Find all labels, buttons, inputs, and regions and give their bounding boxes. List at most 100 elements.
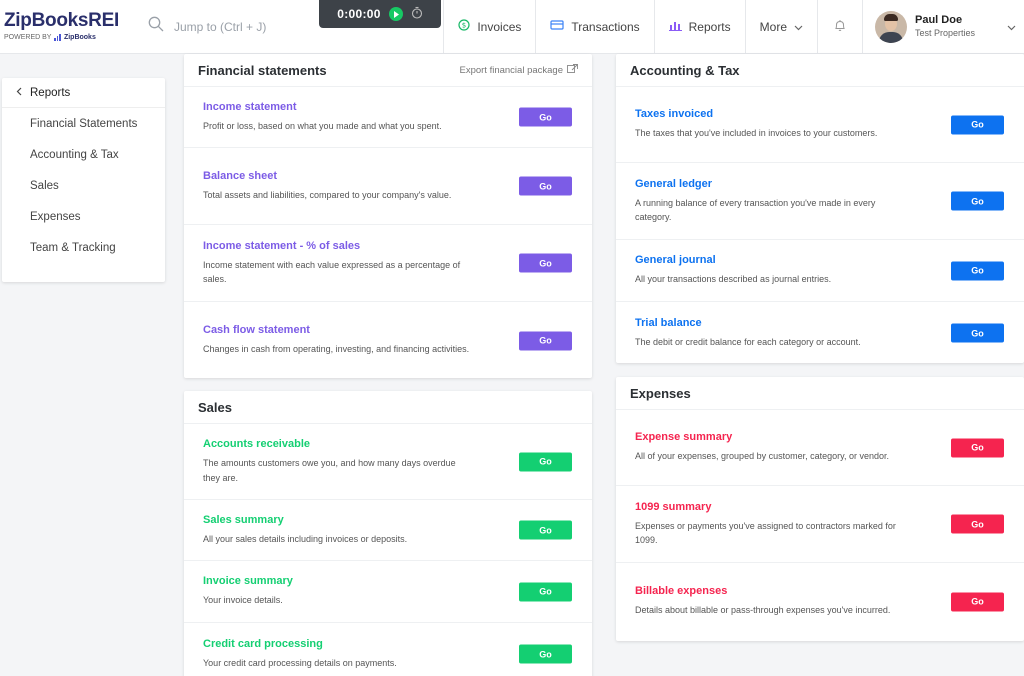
nav-transactions-label: Transactions [571, 19, 640, 34]
avatar [875, 10, 907, 43]
report-row-general-journal: General journal All your transactions des… [616, 240, 1024, 302]
nav-more-label: More [759, 19, 787, 34]
sales-card: Sales Accounts receivable The amounts cus… [184, 391, 592, 676]
notifications-button[interactable] [817, 0, 862, 53]
main-nav: $ Invoices Transactions Reports More Pau… [443, 0, 1024, 53]
expenses-card: Expenses Expense summary All of your expe… [616, 377, 1024, 641]
powered-by-name: ZipBooks [63, 34, 96, 41]
nav-invoices[interactable]: $ Invoices [443, 0, 535, 53]
report-title[interactable]: 1099 summary [635, 501, 1005, 513]
report-list: Accounts receivable The amounts customers… [184, 424, 592, 676]
nav-more[interactable]: More [744, 0, 817, 53]
nav-reports[interactable]: Reports [653, 0, 745, 53]
report-title[interactable]: General journal [635, 254, 1005, 266]
play-icon [393, 10, 399, 18]
report-title[interactable]: Income statement - % of sales [203, 240, 573, 252]
go-button[interactable]: Go [519, 644, 572, 664]
report-list: Income statement Profit or loss, based on… [184, 87, 592, 379]
search-box[interactable]: Jump to (Ctrl + J) [140, 0, 310, 53]
nav-reports-label: Reports [688, 19, 731, 34]
powered-by-label: POWERED BY [4, 34, 52, 41]
card-header: Expenses [616, 377, 1024, 410]
go-button[interactable]: Go [951, 323, 1004, 343]
report-row-accounts-receivable: Accounts receivable The amounts customers… [184, 424, 592, 500]
nav-transactions[interactable]: Transactions [535, 0, 653, 53]
sidebar-item-accounting-tax[interactable]: Accounting & Tax [2, 139, 165, 170]
go-button[interactable]: Go [519, 176, 572, 196]
go-button[interactable]: Go [519, 253, 572, 273]
report-title[interactable]: Credit card processing [203, 638, 573, 650]
report-title[interactable]: Accounts receivable [203, 438, 573, 450]
bar-chart-icon [668, 19, 682, 34]
report-row-expense-summary: Expense summary All of your expenses, gro… [616, 410, 1024, 486]
brand-logo[interactable]: ZipBooksREI POWERED BY ZipBooks [0, 0, 140, 53]
report-row-general-ledger: General ledger A running balance of every… [616, 163, 1024, 240]
stopwatch-icon[interactable] [411, 6, 423, 22]
report-description: The debit or credit balance for each cat… [635, 336, 861, 347]
report-title[interactable]: Expense summary [635, 431, 1005, 443]
svg-text:$: $ [462, 22, 466, 30]
accounting-tax-card: Accounting & Tax Taxes invoiced The taxes… [616, 54, 1024, 363]
card-title: Financial statements [198, 62, 327, 78]
sidebar-item-team-tracking[interactable]: Team & Tracking [2, 232, 165, 263]
export-link-label: Export financial package [459, 64, 563, 76]
chevron-down-icon [1007, 18, 1016, 36]
sidebar-item-financial-statements[interactable]: Financial Statements [2, 108, 165, 139]
report-title[interactable]: Billable expenses [635, 585, 1005, 597]
report-description: Changes in cash from operating, investin… [203, 344, 470, 355]
report-description: Profit or loss, based on what you made a… [203, 120, 442, 131]
report-title[interactable]: Sales summary [203, 514, 573, 526]
external-link-icon [567, 64, 578, 76]
timer-seconds: 00 [366, 7, 381, 21]
report-row-income-statement: Income statement Profit or loss, based on… [184, 87, 592, 148]
go-button[interactable]: Go [951, 191, 1004, 211]
report-description: Income statement with each value express… [203, 259, 461, 284]
go-button[interactable]: Go [519, 520, 572, 540]
card-title: Sales [198, 399, 232, 415]
report-title[interactable]: Taxes invoiced [635, 108, 1005, 120]
report-title[interactable]: Income statement [203, 101, 573, 113]
go-button[interactable]: Go [519, 331, 572, 350]
report-row-income-statement-of-sales: Income statement - % of sales Income stat… [184, 225, 592, 302]
go-button[interactable]: Go [951, 115, 1004, 134]
timer-play-button[interactable] [388, 7, 403, 21]
search-input[interactable]: Jump to (Ctrl + J) [174, 20, 266, 34]
report-description: The taxes that you've included in invoic… [635, 128, 878, 139]
report-title[interactable]: Cash flow statement [203, 324, 573, 336]
report-description: All your transactions described as journ… [635, 274, 832, 285]
sidebar-item-sales[interactable]: Sales [2, 170, 165, 201]
sidebar-back-reports[interactable]: Reports [2, 78, 165, 108]
brand-name: ZipBooksREI [4, 10, 119, 31]
report-description: Your invoice details. [203, 595, 283, 606]
report-row-trial-balance: Trial balance The debit or credit balance… [616, 302, 1024, 364]
go-button[interactable]: Go [519, 452, 572, 471]
go-button[interactable]: Go [951, 261, 1004, 280]
go-button[interactable]: Go [951, 438, 1004, 457]
card-title: Expenses [630, 385, 691, 401]
report-row-billable-expenses: Billable expenses Details about billable … [616, 563, 1024, 640]
sidebar-item-expenses[interactable]: Expenses [2, 201, 165, 232]
export-financial-package-link[interactable]: Export financial package [459, 64, 578, 76]
go-button[interactable]: Go [519, 582, 572, 601]
user-menu[interactable]: Paul Doe Test Properties [862, 0, 1024, 53]
report-row-taxes-invoiced: Taxes invoiced The taxes that you've incl… [616, 87, 1024, 163]
report-title[interactable]: General ledger [635, 178, 1005, 190]
go-button[interactable]: Go [951, 592, 1004, 611]
report-list: Taxes invoiced The taxes that you've incl… [616, 87, 1024, 364]
nav-invoices-label: Invoices [477, 19, 522, 34]
go-button[interactable]: Go [951, 514, 1004, 534]
report-title[interactable]: Trial balance [635, 317, 1005, 329]
report-list: Expense summary All of your expenses, gro… [616, 410, 1024, 640]
chevron-left-icon [16, 87, 22, 99]
user-info: Paul Doe Test Properties [915, 14, 999, 39]
report-title[interactable]: Balance sheet [203, 170, 573, 182]
report-description: The amounts customers owe you, and how m… [203, 458, 456, 483]
go-button[interactable]: Go [519, 107, 572, 127]
report-row-sales-summary: Sales summary All your sales details incl… [184, 500, 592, 561]
card-title: Accounting & Tax [630, 62, 740, 78]
bank-card-icon [550, 19, 564, 34]
report-title[interactable]: Invoice summary [203, 575, 573, 587]
report-row-cash-flow-statement: Cash flow statement Changes in cash from … [184, 302, 592, 379]
invoice-icon: $ [458, 19, 470, 34]
top-bar: ZipBooksREI POWERED BY ZipBooks Jump to … [0, 0, 1024, 54]
